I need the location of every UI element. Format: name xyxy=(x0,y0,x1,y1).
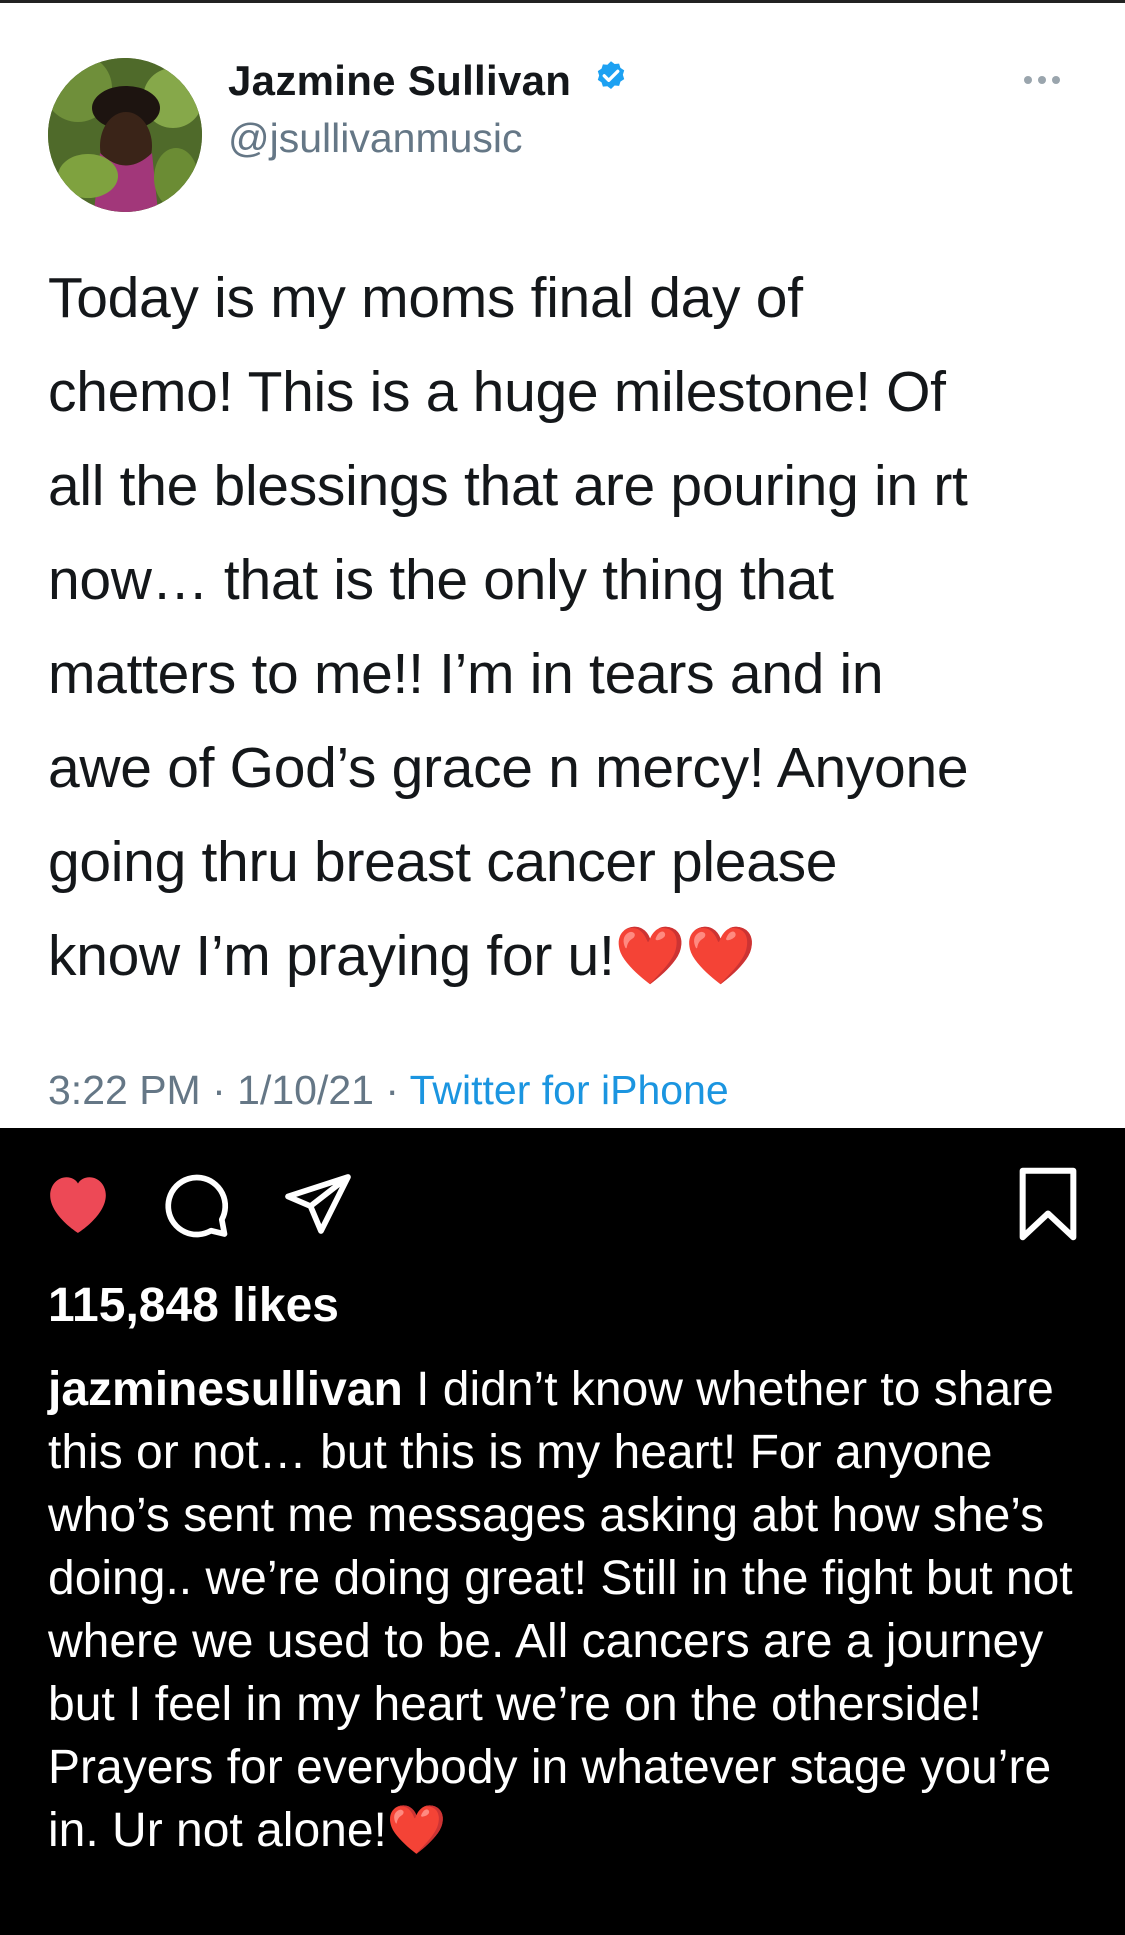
more-options-icon[interactable] xyxy=(1024,71,1074,91)
verified-badge-icon xyxy=(593,57,629,105)
avatar[interactable] xyxy=(48,58,202,212)
post-actions xyxy=(0,1160,1125,1260)
tweet-date: 1/10/21 xyxy=(237,1067,374,1113)
tweet-source-link[interactable]: Twitter for iPhone xyxy=(410,1067,729,1113)
caption-username[interactable]: jazminesullivan xyxy=(48,1363,403,1416)
display-name-text: Jazmine Sullivan xyxy=(228,57,572,104)
comment-icon[interactable] xyxy=(160,1168,232,1245)
meta-separator: · xyxy=(373,1067,410,1113)
share-send-icon[interactable] xyxy=(280,1168,356,1245)
tweet-card: Jazmine Sullivan @jsullivanmusic Today i… xyxy=(0,0,1125,1128)
likes-count[interactable]: 115,848 likes xyxy=(48,1278,339,1333)
caption-text: I didn’t know whether to share this or n… xyxy=(48,1363,1073,1857)
tweet-meta: 3:22 PM · 1/10/21 · Twitter for iPhone xyxy=(48,1067,729,1114)
tweet-text: Today is my moms final day of chemo! Thi… xyxy=(48,266,969,988)
display-name[interactable]: Jazmine Sullivan xyxy=(228,57,629,105)
post-caption: jazminesullivan I didn’t know whether to… xyxy=(48,1358,1088,1862)
tweet-time: 3:22 PM xyxy=(48,1067,201,1113)
bookmark-save-icon[interactable] xyxy=(1016,1166,1080,1247)
meta-separator: · xyxy=(200,1067,238,1113)
handle[interactable]: @jsullivanmusic xyxy=(228,115,523,162)
like-heart-icon[interactable] xyxy=(40,1168,116,1241)
